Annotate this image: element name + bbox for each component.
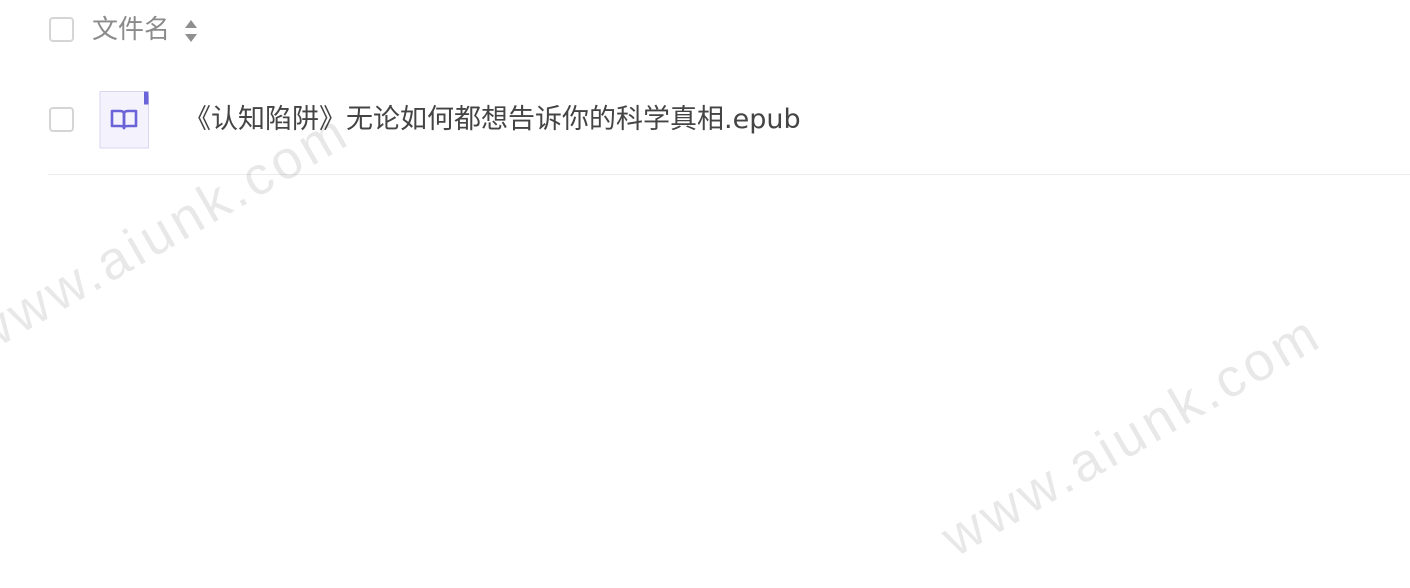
row-checkbox[interactable] (49, 107, 74, 132)
select-all-checkbox[interactable] (49, 17, 74, 42)
sort-icon[interactable] (184, 18, 198, 44)
file-list-page: 文件名 《认知陷阱》无论如何都想告诉你的科学真相.epub www.aiunk.… (0, 0, 1410, 588)
epub-book-icon (99, 91, 149, 149)
file-name-link[interactable]: 《认知陷阱》无论如何都想告诉你的科学真相.epub (184, 100, 801, 140)
filename-column-header[interactable]: 文件名 (92, 12, 170, 48)
watermark: www.aiunk.com (931, 302, 1332, 569)
row-divider (48, 174, 1410, 175)
